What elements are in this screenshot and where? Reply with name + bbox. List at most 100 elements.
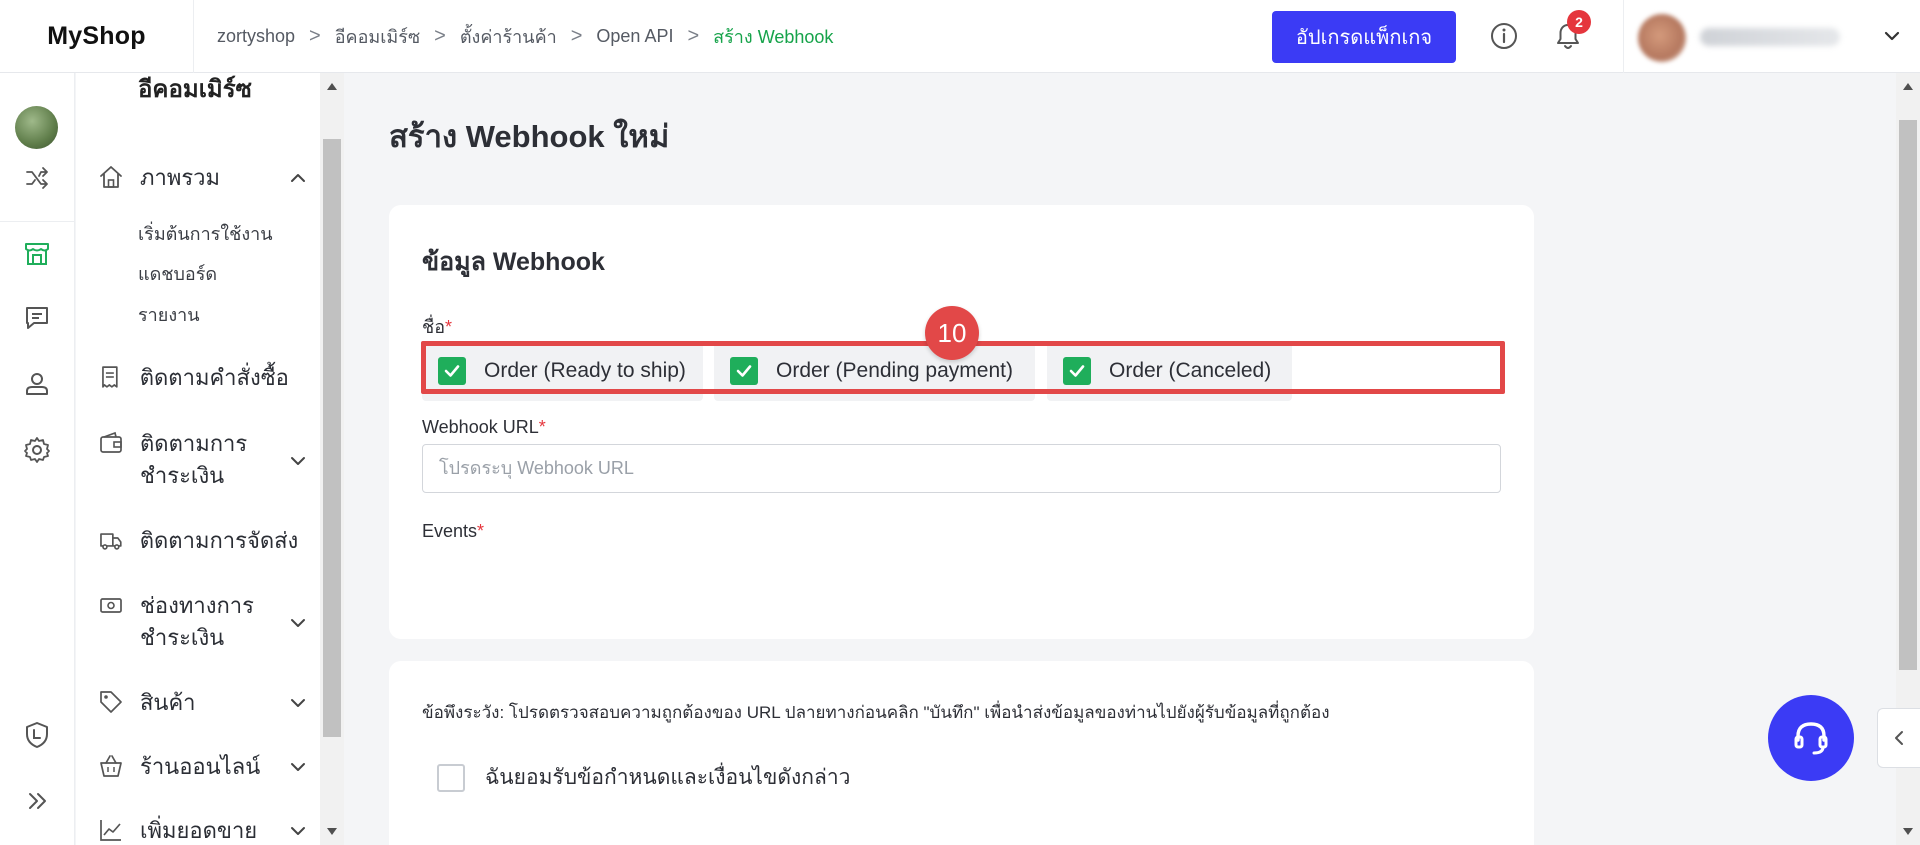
chevron-down-icon[interactable] bbox=[288, 821, 308, 841]
shuffle-icon[interactable] bbox=[22, 163, 52, 193]
menu-item-payment-channels[interactable]: ช่องทางการชำระเงิน bbox=[98, 590, 308, 654]
menu-item-label: ร้านออนไลน์ bbox=[140, 754, 261, 779]
scroll-down-arrow-icon[interactable] bbox=[327, 828, 337, 835]
breadcrumb-separator: > bbox=[687, 25, 700, 47]
annotation-step-badge: 10 bbox=[925, 306, 979, 360]
required-mark: * bbox=[445, 317, 453, 337]
breadcrumb-item-ecommerce[interactable]: อีคอมเมิร์ซ bbox=[335, 22, 420, 51]
event-checkbox-canceled[interactable]: Order (Canceled) bbox=[1047, 341, 1292, 401]
truck-icon bbox=[100, 533, 122, 550]
event-label: Order (Pending payment) bbox=[776, 359, 1013, 382]
breadcrumb-item-shop[interactable]: zortyshop bbox=[217, 26, 295, 47]
wallet-icon bbox=[100, 431, 122, 453]
webhook-info-card: ข้อมูล Webhook ชื่อ* Webhook URL* Events… bbox=[389, 205, 1534, 639]
url-label-text: Webhook URL bbox=[422, 417, 539, 437]
menu-item-order-tracking[interactable]: ติดตามคำสั่งซื้อ bbox=[98, 362, 308, 394]
chevron-up-icon[interactable] bbox=[288, 168, 308, 188]
user-icon[interactable] bbox=[22, 369, 52, 399]
menu-item-overview[interactable]: ภาพรวม bbox=[98, 162, 308, 194]
chat-icon[interactable] bbox=[22, 303, 52, 333]
page-title: สร้าง Webhook ใหม่ bbox=[389, 119, 670, 154]
checkbox-checked[interactable] bbox=[438, 357, 466, 385]
chevron-down-icon[interactable] bbox=[1882, 26, 1902, 46]
event-checkbox-ready-to-ship[interactable]: Order (Ready to ship) bbox=[422, 341, 703, 401]
event-checkbox-pending-payment[interactable]: Order (Pending payment) bbox=[714, 341, 1035, 401]
scroll-down-arrow-icon[interactable] bbox=[1903, 828, 1913, 835]
agree-terms-checkbox[interactable]: ฉันยอมรับข้อกำหนดและเงื่อนไขดังกล่าว bbox=[437, 761, 850, 794]
required-mark: * bbox=[538, 417, 546, 437]
submenu-dashboard[interactable]: แดชบอร์ด bbox=[138, 259, 217, 288]
basket-icon bbox=[100, 755, 122, 777]
events-label-text: Events bbox=[422, 521, 478, 541]
shop-avatar[interactable] bbox=[15, 106, 58, 149]
submenu-getting-started[interactable]: เริ่มต้นการใช้งาน bbox=[138, 219, 273, 248]
checkbox-checked[interactable] bbox=[730, 357, 758, 385]
menu-item-products[interactable]: สินค้า bbox=[98, 687, 308, 719]
chevron-down-icon[interactable] bbox=[288, 451, 308, 471]
settings-icon[interactable] bbox=[22, 435, 52, 465]
user-avatar bbox=[1638, 14, 1686, 62]
rail-divider bbox=[0, 221, 75, 222]
menu-item-online-store[interactable]: ร้านออนไลน์ bbox=[98, 751, 308, 783]
double-chevron-right-icon[interactable] bbox=[22, 786, 52, 816]
chevron-down-icon[interactable] bbox=[288, 757, 308, 777]
menu-item-label: สินค้า bbox=[140, 690, 196, 715]
menu-item-label: เพิ่มยอดขาย bbox=[140, 818, 258, 843]
home-icon bbox=[100, 166, 122, 188]
url-field-label: Webhook URL* bbox=[422, 417, 546, 438]
chart-icon bbox=[100, 820, 121, 841]
event-label: Order (Ready to ship) bbox=[484, 359, 686, 382]
page-scrollbar-thumb[interactable] bbox=[1899, 120, 1917, 670]
events-field-label: Events* bbox=[422, 521, 484, 542]
check-icon bbox=[444, 365, 460, 377]
submenu-reports[interactable]: รายงาน bbox=[138, 300, 200, 329]
user-menu[interactable] bbox=[1623, 0, 1920, 73]
app-logo[interactable]: MyShop bbox=[0, 0, 194, 73]
icon-rail bbox=[0, 73, 75, 845]
name-field-label: ชื่อ* bbox=[422, 312, 452, 341]
menu-item-payment-tracking[interactable]: ติดตามการชำระเงิน bbox=[98, 428, 308, 492]
breadcrumb-current: สร้าง Webhook bbox=[713, 27, 834, 47]
headset-icon bbox=[1794, 722, 1828, 755]
receipt-icon bbox=[102, 366, 118, 388]
agree-terms-label: ฉันยอมรับข้อกำหนดและเงื่อนไขดังกล่าว bbox=[485, 766, 851, 789]
menu-item-boost-sales[interactable]: เพิ่มยอดขาย bbox=[98, 815, 308, 845]
menu-item-label: ติดตามการชำระเงิน bbox=[140, 431, 248, 488]
check-icon bbox=[736, 365, 752, 377]
webhook-url-input[interactable] bbox=[422, 444, 1501, 493]
event-label: Order (Canceled) bbox=[1109, 359, 1272, 382]
breadcrumb-separator: > bbox=[434, 25, 446, 47]
collapse-panel-tab[interactable] bbox=[1877, 708, 1920, 768]
section-title: ข้อมูล Webhook bbox=[422, 248, 605, 276]
side-menu: อีคอมเมิร์ซ ภาพรวม เริ่มต้นการใช้งาน แดช… bbox=[76, 73, 320, 845]
breadcrumb: zortyshop > อีคอมเมิร์ซ > ตั้งค่าร้านค้า… bbox=[217, 0, 833, 73]
check-icon bbox=[1069, 365, 1085, 377]
scroll-up-arrow-icon[interactable] bbox=[327, 83, 337, 90]
chevron-down-icon[interactable] bbox=[288, 613, 308, 633]
upgrade-package-button[interactable]: อัปเกรดแพ็กเกจ bbox=[1272, 11, 1456, 63]
cash-icon bbox=[100, 598, 122, 613]
scroll-up-arrow-icon[interactable] bbox=[1903, 83, 1913, 90]
store-icon[interactable] bbox=[22, 238, 52, 268]
menu-item-label: ติดตามคำสั่งซื้อ bbox=[139, 365, 289, 390]
menu-item-shipping-tracking[interactable]: ติดตามการจัดส่ง bbox=[98, 525, 308, 557]
breadcrumb-separator: > bbox=[309, 25, 321, 47]
breadcrumb-item-store-settings[interactable]: ตั้งค่าร้านค้า bbox=[460, 22, 557, 51]
breadcrumb-separator: > bbox=[570, 25, 583, 47]
shield-icon[interactable] bbox=[22, 720, 52, 750]
user-name-blurred bbox=[1700, 28, 1840, 46]
chevron-left-icon bbox=[1895, 731, 1903, 745]
required-mark: * bbox=[477, 521, 485, 541]
warning-notice: ข้อพึงระวัง: โปรดตรวจสอบความถูกต้องของ U… bbox=[422, 703, 1330, 722]
breadcrumb-item-open-api[interactable]: Open API bbox=[596, 26, 673, 47]
menu-scrollbar-thumb[interactable] bbox=[323, 139, 341, 737]
menu-scrollbar[interactable] bbox=[320, 73, 344, 845]
checkbox-checked[interactable] bbox=[1063, 357, 1091, 385]
notification-badge: 2 bbox=[1567, 10, 1591, 34]
checkbox-unchecked[interactable] bbox=[437, 763, 465, 792]
info-icon[interactable] bbox=[1490, 22, 1518, 50]
name-label-text: ชื่อ bbox=[422, 317, 446, 337]
notice-card: ข้อพึงระวัง: โปรดตรวจสอบความถูกต้องของ U… bbox=[389, 661, 1534, 845]
support-chat-button[interactable] bbox=[1768, 695, 1854, 781]
chevron-down-icon[interactable] bbox=[288, 693, 308, 713]
